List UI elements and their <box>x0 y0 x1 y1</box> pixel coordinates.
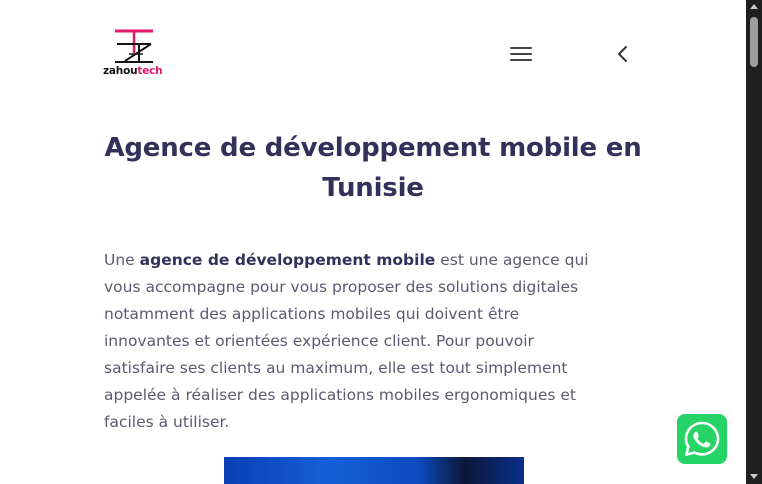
intro-text: est une agence qui <box>435 251 589 269</box>
intro-line-3: notamment des applications mobiles qui d… <box>104 305 520 323</box>
hero-image <box>224 457 524 484</box>
scroll-up-icon[interactable] <box>750 4 758 9</box>
site-header: zahoutech <box>0 0 746 96</box>
page-title: Agence de développement mobile en Tunisi… <box>0 128 746 208</box>
site-logo[interactable]: zahoutech <box>103 28 173 80</box>
intro-line-4: innovantes et orientées expérience clien… <box>104 332 534 350</box>
hamburger-icon-bar-bottom <box>510 59 532 61</box>
whatsapp-icon <box>684 421 720 456</box>
intro-line-2: vous accompagne pour vous proposer des s… <box>104 278 579 296</box>
back-button[interactable] <box>612 42 634 66</box>
page-viewport: zahoutech Agence de développement mobile… <box>0 0 762 484</box>
page-scrollbar[interactable] <box>746 0 762 484</box>
page-title-line-1: Agence de développement mobile en <box>104 133 642 163</box>
logo-mark-icon <box>115 29 153 63</box>
intro-line-5: satisfaire ses clients au maximum, elle … <box>104 359 568 377</box>
scrollbar-thumb[interactable] <box>750 17 758 67</box>
page-title-line-2: Tunisie <box>322 173 424 203</box>
whatsapp-chat-button[interactable] <box>677 414 727 464</box>
logo-wordmark: zahoutech <box>103 65 163 77</box>
menu-toggle-button[interactable] <box>507 43 535 65</box>
intro-line-6: appelée à réaliser des applications mobi… <box>104 386 576 404</box>
intro-line-7: faciles à utiliser. <box>104 413 230 431</box>
intro-text: Une <box>104 251 140 269</box>
hamburger-icon-bar-top <box>510 47 532 49</box>
intro-paragraph: Une agence de développement mobile est u… <box>104 247 644 436</box>
logo-text-accent: tech <box>137 65 163 77</box>
chevron-left-icon <box>618 46 627 62</box>
intro-keyword: agence de développement mobile <box>139 251 436 269</box>
scroll-down-icon[interactable] <box>750 474 758 479</box>
logo-text-dark: zahou <box>103 65 138 77</box>
hamburger-icon-bar-middle <box>510 53 532 55</box>
intro-line-1: Une agence de développement mobile est u… <box>104 247 644 274</box>
